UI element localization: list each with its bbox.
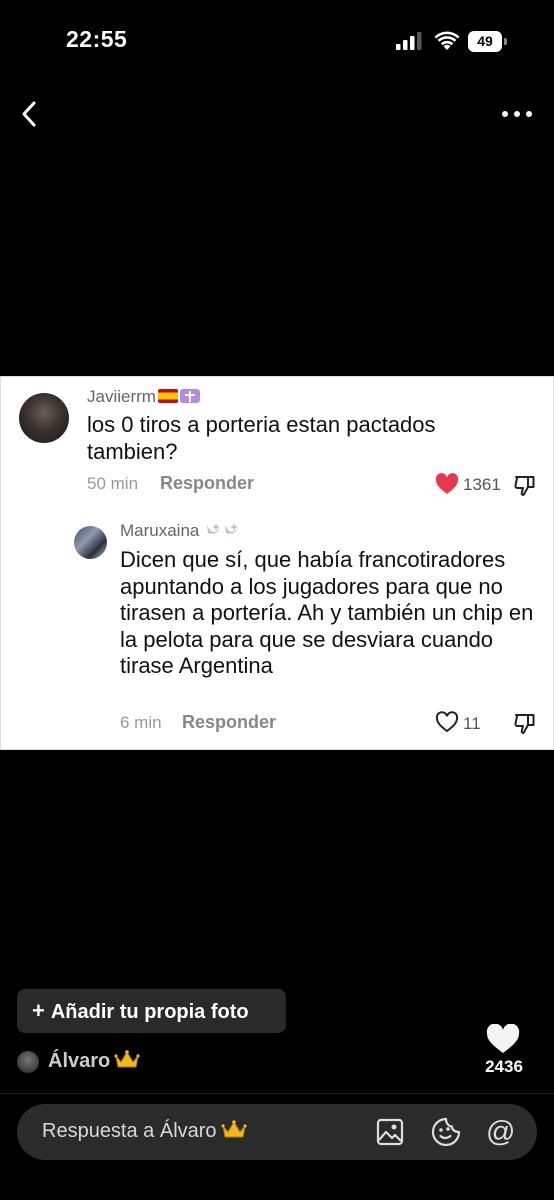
crown-icon [114, 1050, 140, 1068]
commenter-username-text: Javiierrm [87, 387, 156, 406]
plus-icon: + [32, 998, 45, 1023]
replier-username[interactable]: Maruxaina [120, 521, 240, 541]
reply-text: Dicen que sí, que había francotiradores … [120, 547, 534, 678]
spain-flag-icon [157, 389, 178, 403]
status-time: 22:55 [66, 26, 128, 52]
reply-placeholder-text: Respuesta a Álvaro [42, 1120, 217, 1142]
commenter-avatar[interactable] [19, 393, 69, 443]
comment-time: 50 min [87, 474, 139, 493]
heart-outline-icon[interactable] [435, 711, 459, 733]
add-photo-label: Añadir tu propia foto [50, 1001, 249, 1023]
heart-icon[interactable] [435, 473, 459, 495]
crown-icon [220, 1120, 247, 1138]
wifi-icon [434, 31, 460, 50]
reply-reply-button[interactable]: Responder [182, 712, 276, 733]
cellular-signal-icon [396, 32, 422, 50]
add-photo-button[interactable]: + Añadir tu propia foto [17, 989, 286, 1033]
author-name[interactable]: Álvaro [48, 1050, 140, 1073]
comment-reply-button[interactable]: Responder [160, 473, 254, 494]
video-like-icon[interactable] [486, 1024, 520, 1054]
video-like-count: 2436 [485, 1057, 523, 1076]
more-icon[interactable] [500, 106, 534, 122]
sparkle-emoji-icon [225, 523, 239, 534]
dislike-icon[interactable] [513, 473, 537, 497]
replier-avatar[interactable] [74, 526, 107, 559]
reply-time: 6 min [120, 713, 162, 732]
author-avatar[interactable] [17, 1051, 39, 1073]
author-name-text: Álvaro [48, 1050, 111, 1072]
reply-like-count: 11 [463, 714, 481, 733]
dislike-icon[interactable] [513, 711, 537, 735]
sticker-icon[interactable] [431, 1117, 461, 1147]
comment-text: los 0 tiros a porteria estan pactados ta… [87, 412, 436, 464]
comment-like-count: 1361 [463, 475, 501, 494]
reply-input-placeholder[interactable]: Respuesta a Álvaro [42, 1120, 247, 1143]
back-icon[interactable] [18, 100, 42, 128]
battery-level: 49 [477, 33, 493, 49]
comment-card: Javiierrm los 0 tiros a porteria estan p… [0, 376, 554, 750]
battery-icon: 49 [468, 31, 508, 52]
sparkle-emoji-icon [207, 523, 221, 534]
commenter-username[interactable]: Javiierrm [87, 387, 200, 407]
mention-icon[interactable]: @ [486, 1117, 518, 1147]
replier-username-text: Maruxaina [120, 521, 200, 540]
cross-icon [179, 389, 200, 403]
divider [0, 1093, 554, 1094]
image-icon[interactable] [376, 1118, 404, 1146]
